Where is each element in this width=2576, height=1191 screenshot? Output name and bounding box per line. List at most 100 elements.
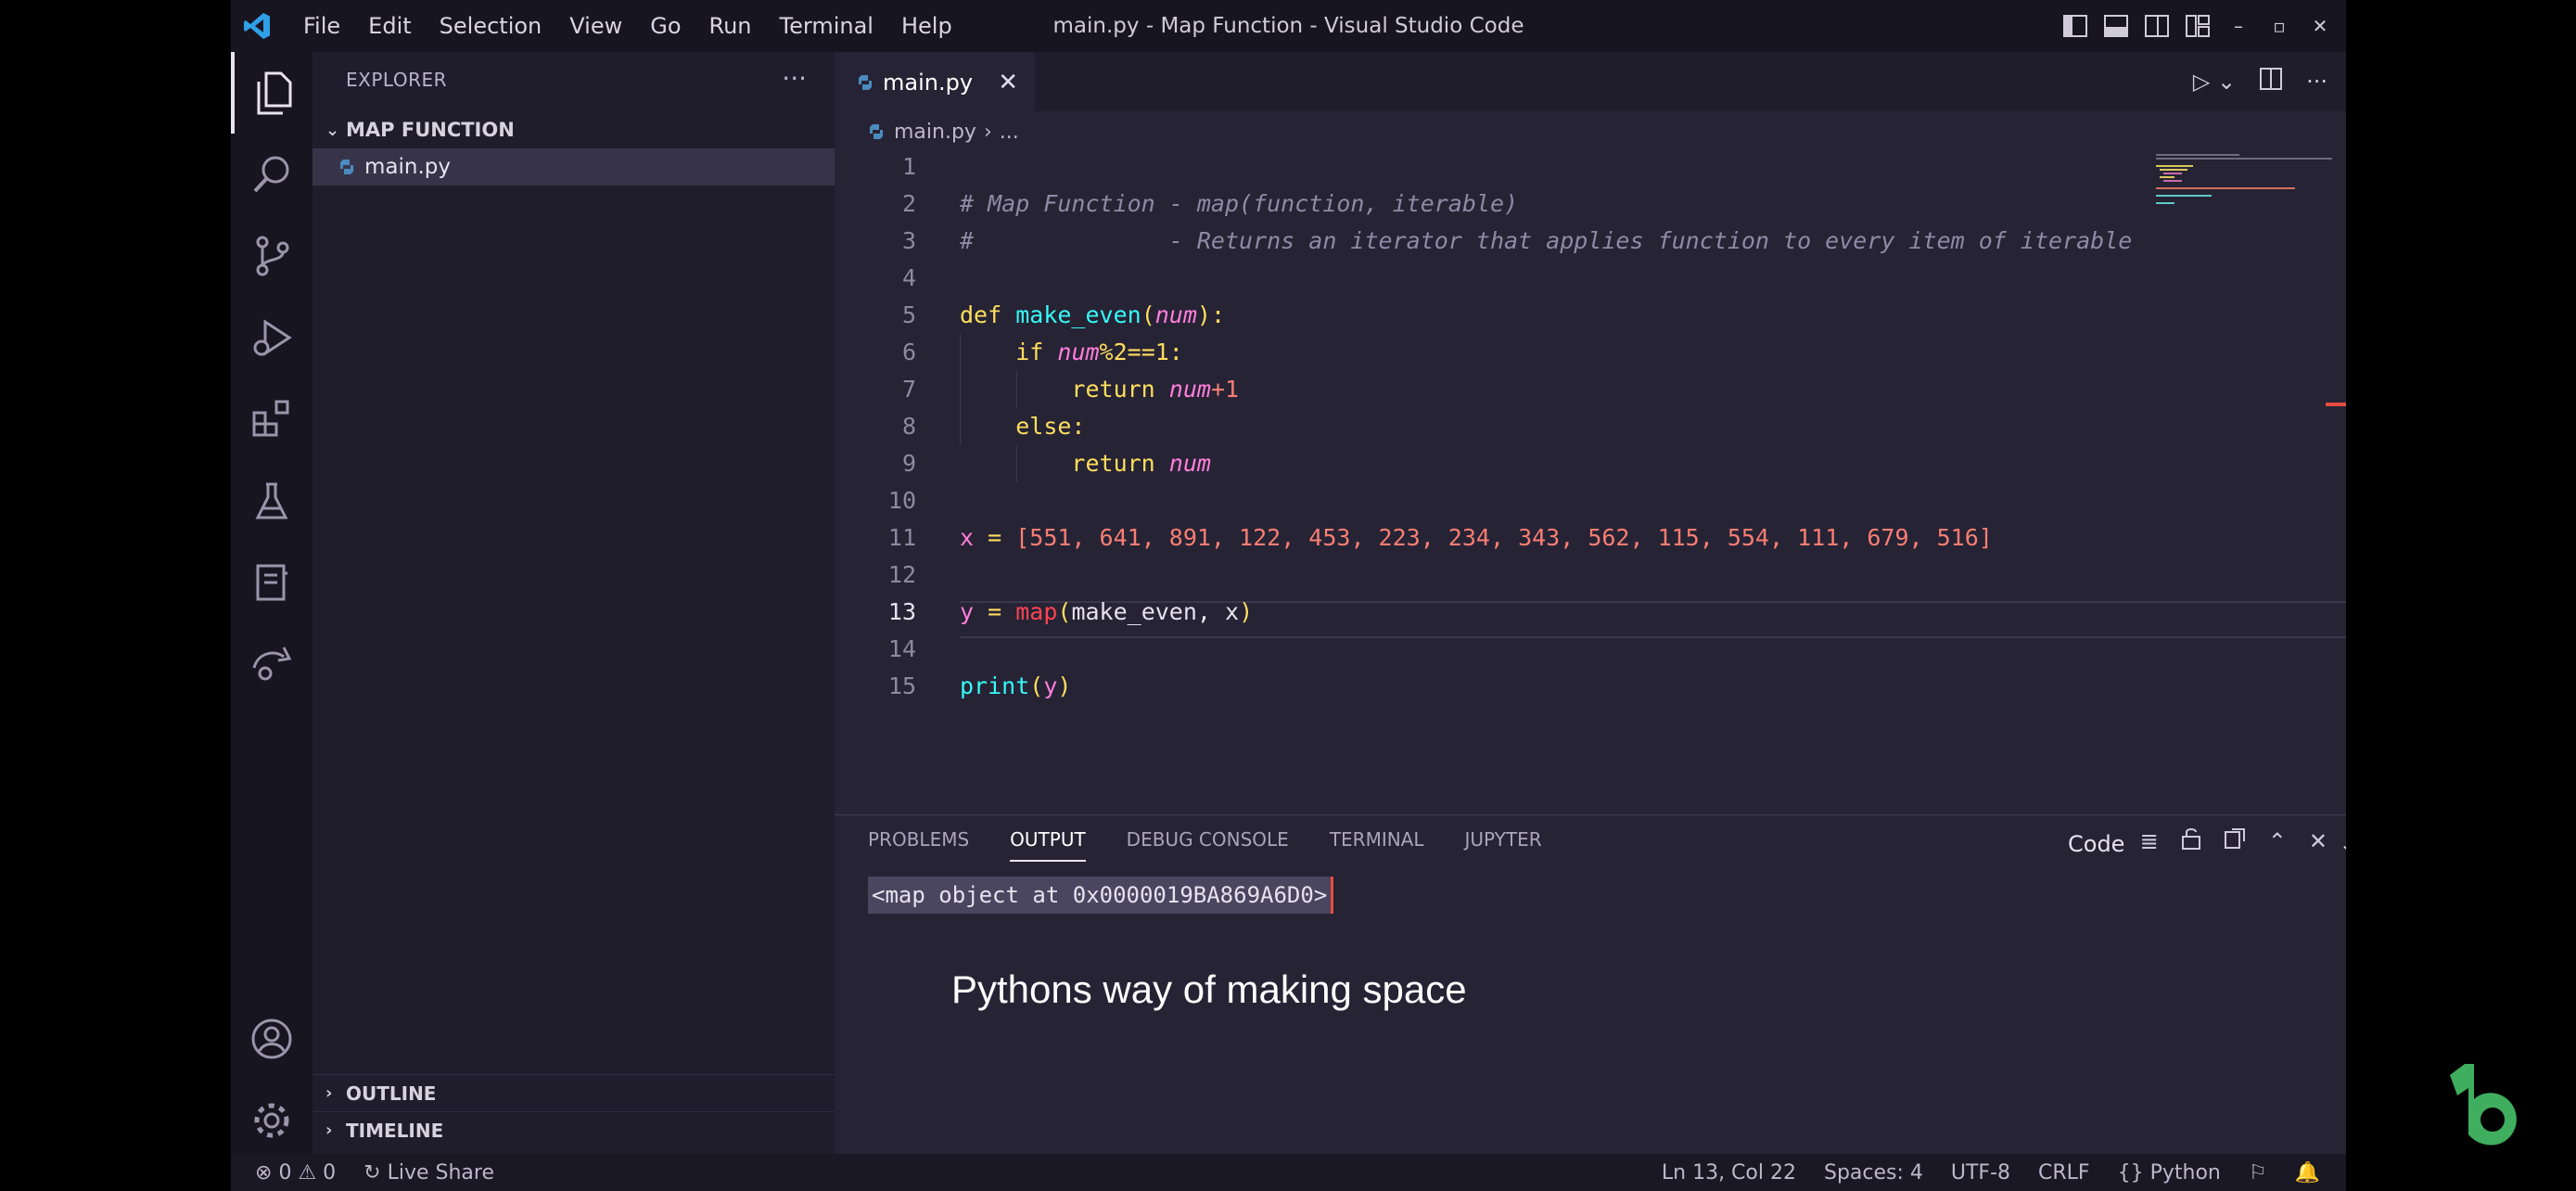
line-number: 7 [901,376,916,403]
run-file-icon[interactable]: ▷ ⌄ [2193,69,2236,95]
explorer-icon[interactable] [231,52,312,134]
channel-logo-icon [2450,1064,2517,1146]
settings-gear-icon[interactable] [231,1080,312,1161]
end-of-line[interactable]: CRLF [2038,1161,2090,1185]
menu-go[interactable]: Go [650,13,681,39]
live-share-icon: ↻ [363,1160,381,1185]
menu-help[interactable]: Help [901,13,952,39]
notebook-icon[interactable] [231,542,312,623]
line-number: 9 [901,450,916,477]
file-main-py[interactable]: main.py [312,148,835,186]
code-line: return num+1 [1071,376,1240,403]
restore-icon[interactable]: ▫ [2263,9,2296,43]
feedback-icon[interactable]: ⚐ [2249,1161,2267,1185]
editor-tab-bar: main.py ✕ ▷ ⌄ ··· [835,52,2346,111]
code-comment: # Map Function - map(function, iterable) [960,190,1519,217]
code-line: if num%2==1: [1015,339,1183,365]
code-editor[interactable]: 1 2 # Map Function - map(function, iterab… [835,148,2346,816]
code-comment: # - Returns an iterator that applies fun… [960,227,2133,254]
panel-actions: ≣ ⌃ ✕ [2118,826,2327,856]
toggle-secondary-sidebar-icon[interactable] [2140,9,2174,43]
tab-jupyter[interactable]: JUPYTER [1465,828,1542,862]
testing-flask-icon[interactable] [231,460,312,542]
live-share-status[interactable]: ↻ Live Share [363,1161,494,1185]
error-icon: ⊗ [255,1160,273,1185]
close-panel-icon[interactable]: ✕ [2309,828,2327,854]
language-mode[interactable]: {} Python [2118,1161,2221,1185]
line-number-current: 13 [887,598,916,625]
code-line: y = map(make_even, x) [960,598,1254,625]
menu-edit[interactable]: Edit [368,13,411,39]
problems-status[interactable]: ⊗ 0 ⚠ 0 [255,1161,336,1185]
tab-debug-console[interactable]: DEBUG CONSOLE [1127,828,1289,862]
status-bar: ⊗ 0 ⚠ 0 ↻ Live Share Ln 13, Col 22 Space… [231,1154,2346,1191]
folder-label: MAP FUNCTION [346,119,515,141]
chevron-right-icon: › [325,1121,333,1140]
breadcrumb: main.py › ... [835,111,1019,152]
line-number: 2 [901,190,916,217]
code-line: def make_even(num): [960,301,1226,328]
timeline-section[interactable]: › TIMELINE [312,1111,835,1148]
close-window-icon[interactable]: ✕ [2303,9,2337,43]
extensions-icon[interactable] [231,378,312,460]
lock-scroll-icon[interactable] [2181,826,2201,856]
line-number: 8 [901,413,916,440]
account-icon[interactable] [231,998,312,1080]
close-tab-icon[interactable]: ✕ [998,69,1018,96]
line-number: 1 [901,153,916,180]
python-file-icon [870,124,883,139]
line-number: 11 [887,524,916,551]
breadcrumb-separator: › [983,120,992,144]
window-controls: – ▫ ✕ [2051,0,2337,52]
line-number: 15 [887,672,916,699]
line-number: 12 [887,561,916,588]
clear-output-icon[interactable]: ≣ [2140,828,2159,854]
code-line: return num [1071,450,1211,477]
menu-run[interactable]: Run [709,13,752,39]
split-editor-icon[interactable] [2260,68,2283,96]
breadcrumb-file[interactable]: main.py [894,121,976,144]
line-number: 14 [887,635,916,662]
outline-section[interactable]: › OUTLINE [312,1074,835,1111]
code-line: print(y) [960,672,1072,699]
python-file-icon [340,160,353,174]
maximize-panel-icon[interactable]: ⌃ [2268,828,2287,854]
open-output-in-editor-icon[interactable] [2224,827,2246,855]
run-debug-icon[interactable] [231,297,312,378]
tab-output[interactable]: OUTPUT [1010,828,1086,862]
tab-terminal[interactable]: TERMINAL [1330,828,1424,862]
line-number: 10 [887,487,916,514]
menu-terminal[interactable]: Terminal [780,13,874,39]
live-share-icon[interactable] [231,623,312,705]
vscode-logo-icon [244,13,270,39]
outline-label: OUTLINE [346,1082,437,1105]
source-control-icon[interactable] [231,215,312,297]
scrollbar-marker [2326,403,2346,406]
minimize-icon[interactable]: – [2222,9,2255,43]
panel-tabs: PROBLEMS OUTPUT DEBUG CONSOLE TERMINAL J… [868,828,1583,862]
line-number: 3 [901,227,916,254]
cursor-position[interactable]: Ln 13, Col 22 [1662,1161,1796,1185]
search-icon[interactable] [231,134,312,215]
more-actions-icon[interactable]: ··· [782,63,807,94]
menu-selection[interactable]: Selection [440,13,542,39]
encoding[interactable]: UTF-8 [1951,1161,2010,1185]
menu-view[interactable]: View [569,13,622,39]
tab-main-py[interactable]: main.py ✕ [835,52,1035,111]
menu-file[interactable]: File [303,13,340,39]
more-editor-actions-icon[interactable]: ··· [2306,69,2327,95]
toggle-panel-icon[interactable] [2099,9,2133,43]
toggle-sidebar-icon[interactable] [2059,9,2092,43]
python-file-icon [859,75,872,90]
folder-map-function[interactable]: ⌄ MAP FUNCTION [312,113,835,147]
customize-layout-icon[interactable] [2181,9,2214,43]
indentation[interactable]: Spaces: 4 [1824,1161,1923,1185]
tab-problems[interactable]: PROBLEMS [868,828,969,862]
chevron-right-icon: › [325,1083,333,1103]
breadcrumb-more[interactable]: ... [1000,121,1019,144]
minimap[interactable] [2154,148,2340,223]
notifications-bell-icon[interactable]: 🔔 [2295,1161,2320,1185]
line-number: 4 [901,264,916,291]
bottom-panel: PROBLEMS OUTPUT DEBUG CONSOLE TERMINAL J… [835,814,2346,1154]
output-channel-value: Code [2068,831,2125,857]
